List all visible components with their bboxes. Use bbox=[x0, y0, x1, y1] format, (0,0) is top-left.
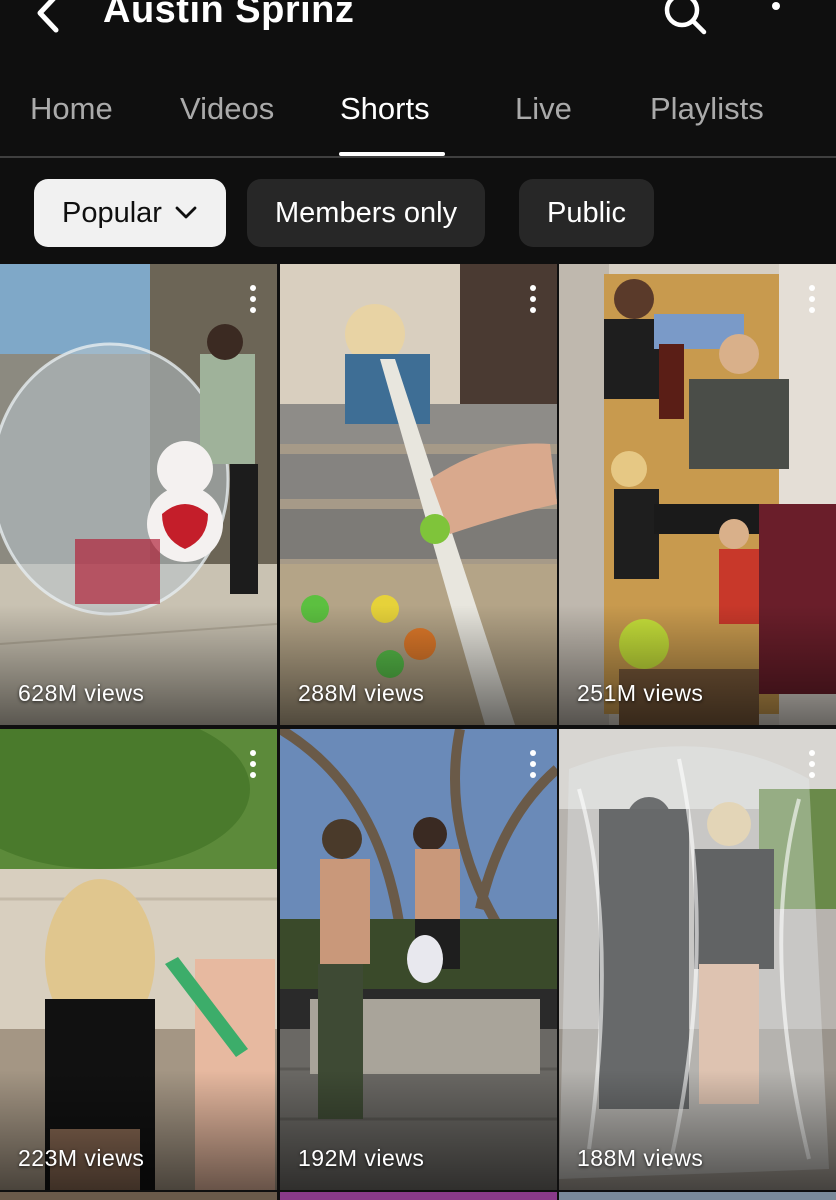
tab-videos[interactable]: Videos bbox=[180, 90, 274, 128]
chip-members-only[interactable]: Members only bbox=[247, 179, 486, 247]
tab-home[interactable]: Home bbox=[30, 90, 113, 128]
channel-title: Austin Sprinz bbox=[103, 0, 355, 31]
search-icon[interactable] bbox=[660, 0, 708, 36]
view-count: 223M views bbox=[18, 1145, 145, 1171]
view-count: 192M views bbox=[298, 1145, 425, 1171]
thumbnail-gradient bbox=[0, 1070, 277, 1190]
chip-popular-label: Popular bbox=[62, 197, 162, 229]
short-thumbnail[interactable]: 628M views bbox=[0, 264, 277, 725]
view-count: 188M views bbox=[577, 1145, 704, 1171]
more-vert-icon[interactable] bbox=[806, 749, 818, 779]
chip-popular[interactable]: Popular bbox=[34, 179, 226, 247]
channel-header: Austin Sprinz bbox=[0, 0, 836, 70]
channel-tabs: Home Videos Shorts Live Playlists bbox=[0, 70, 836, 158]
tab-shorts[interactable]: Shorts bbox=[340, 90, 430, 128]
more-vert-icon[interactable] bbox=[527, 284, 539, 314]
thumbnail-gradient bbox=[280, 1070, 557, 1190]
more-vert-icon[interactable] bbox=[762, 0, 790, 36]
more-vert-icon[interactable] bbox=[247, 284, 259, 314]
short-thumbnail[interactable]: 192M views bbox=[280, 729, 557, 1190]
thumbnail-gradient bbox=[559, 1070, 836, 1190]
chip-public[interactable]: Public bbox=[519, 179, 654, 247]
filter-chips: Popular Members only Public bbox=[0, 160, 836, 264]
view-count: 288M views bbox=[298, 680, 425, 706]
shorts-grid: 628M views 288M views 251M views 223M vi… bbox=[0, 264, 836, 1200]
chevron-down-icon bbox=[175, 206, 197, 219]
tab-playlists[interactable]: Playlists bbox=[650, 90, 764, 128]
short-thumbnail-partial[interactable] bbox=[559, 1192, 836, 1200]
short-thumbnail-partial[interactable] bbox=[0, 1192, 277, 1200]
short-thumbnail[interactable]: 188M views bbox=[559, 729, 836, 1190]
short-thumbnail[interactable]: 288M views bbox=[280, 264, 557, 725]
short-thumbnail[interactable]: 223M views bbox=[0, 729, 277, 1190]
view-count: 251M views bbox=[577, 680, 704, 706]
more-vert-icon[interactable] bbox=[806, 284, 818, 314]
view-count: 628M views bbox=[18, 680, 145, 706]
tab-live[interactable]: Live bbox=[515, 90, 572, 128]
arrow-back-icon[interactable] bbox=[30, 0, 70, 38]
short-thumbnail-partial[interactable] bbox=[280, 1192, 557, 1200]
thumbnail-gradient bbox=[280, 605, 557, 725]
thumbnail-gradient bbox=[0, 605, 277, 725]
short-thumbnail[interactable]: 251M views bbox=[559, 264, 836, 725]
thumbnail-gradient bbox=[559, 605, 836, 725]
more-vert-icon[interactable] bbox=[247, 749, 259, 779]
active-tab-indicator bbox=[339, 152, 445, 156]
more-vert-icon[interactable] bbox=[527, 749, 539, 779]
